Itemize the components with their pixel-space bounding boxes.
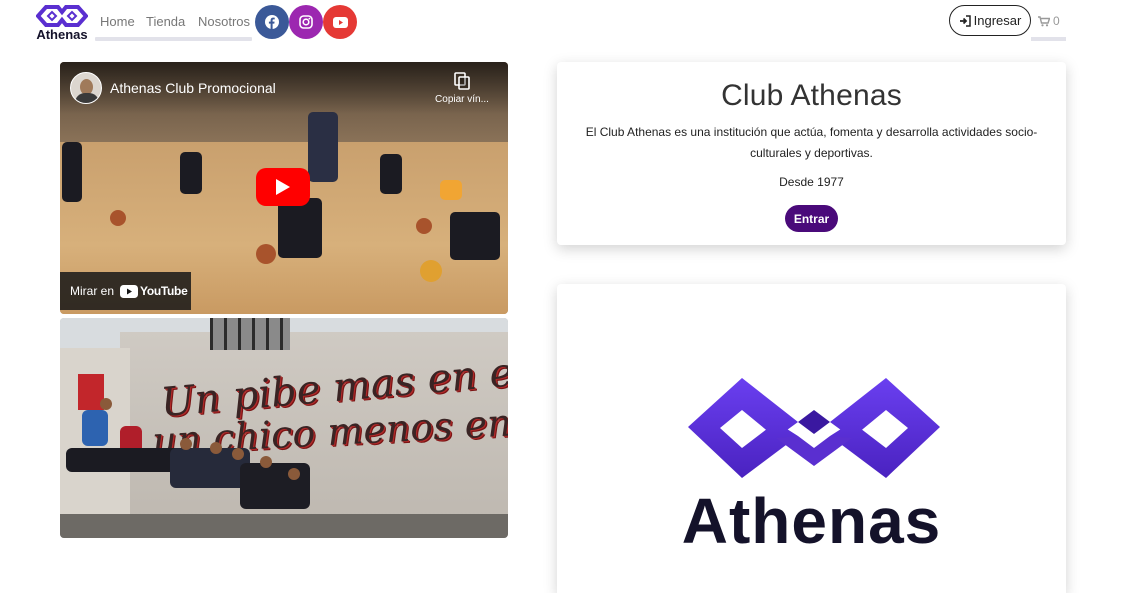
watch-on-youtube-button[interactable]: Mirar en YouTube — [60, 272, 191, 310]
login-label: Ingresar — [973, 13, 1022, 28]
video-thumbnail-player — [440, 180, 462, 200]
video-title[interactable]: Athenas Club Promocional — [110, 80, 276, 96]
video-thumbnail-player — [278, 198, 322, 258]
copy-link-label: Copiar vín... — [435, 94, 489, 105]
enter-button[interactable]: Entrar — [785, 205, 838, 232]
facebook-icon — [265, 15, 279, 29]
nav-underline — [95, 37, 252, 41]
watch-on-label: Mirar en — [70, 284, 115, 298]
logo-wordmark: Athenas — [681, 485, 942, 557]
nav-link-tienda[interactable]: Tienda — [146, 14, 185, 29]
video-thumbnail-player — [380, 154, 402, 194]
youtube-logo-icon — [120, 284, 139, 298]
video-thumbnail-player — [450, 212, 500, 260]
video-thumbnail-player — [62, 142, 82, 202]
copy-link-button[interactable]: Copiar vín... — [424, 72, 500, 105]
club-title: Club Athenas — [721, 79, 902, 112]
navbar: Athenas Home Tienda Nosotros Ingresar 0 — [0, 0, 1137, 46]
play-button[interactable] — [256, 168, 310, 206]
instagram-button[interactable] — [289, 5, 323, 39]
video-thumbnail-coach — [308, 112, 338, 182]
youtube-video-embed[interactable]: Athenas Club Promocional Copiar vín... M… — [60, 62, 508, 314]
channel-avatar[interactable] — [70, 72, 102, 104]
cart-icon — [1038, 15, 1050, 26]
video-thumbnail-ball — [256, 244, 276, 264]
youtube-icon — [332, 16, 348, 28]
play-icon — [276, 179, 290, 195]
copy-icon — [454, 72, 470, 90]
athenas-big-logo-icon — [688, 378, 940, 478]
cart-underline — [1031, 37, 1066, 41]
cart-count: 0 — [1053, 14, 1060, 28]
facebook-button[interactable] — [255, 5, 289, 39]
sign-in-icon — [959, 14, 971, 27]
club-mural-photo: Un pibe mas en el club un chico menos en… — [60, 318, 508, 538]
nav-link-nosotros[interactable]: Nosotros — [198, 14, 250, 29]
cart-button[interactable]: 0 — [1038, 14, 1060, 28]
brand-logo[interactable]: Athenas — [33, 5, 91, 43]
video-thumbnail-ball — [420, 260, 442, 282]
video-thumbnail-ball — [416, 218, 432, 234]
club-info-card: Club Athenas El Club Athenas es una inst… — [557, 62, 1066, 245]
youtube-logo: YouTube — [120, 284, 188, 298]
club-since: Desde 1977 — [779, 175, 844, 189]
video-thumbnail-ball — [110, 210, 126, 226]
athenas-logo-icon — [36, 5, 88, 27]
nav-link-home[interactable]: Home — [100, 14, 135, 29]
brand-name: Athenas — [36, 27, 88, 42]
instagram-icon — [299, 15, 313, 29]
youtube-wordmark: YouTube — [140, 284, 188, 298]
video-thumbnail-player — [180, 152, 202, 194]
login-button[interactable]: Ingresar — [949, 5, 1031, 36]
youtube-button[interactable] — [323, 5, 357, 39]
club-description: El Club Athenas es una institución que a… — [585, 125, 1038, 160]
logo-card: Athenas — [557, 284, 1066, 593]
